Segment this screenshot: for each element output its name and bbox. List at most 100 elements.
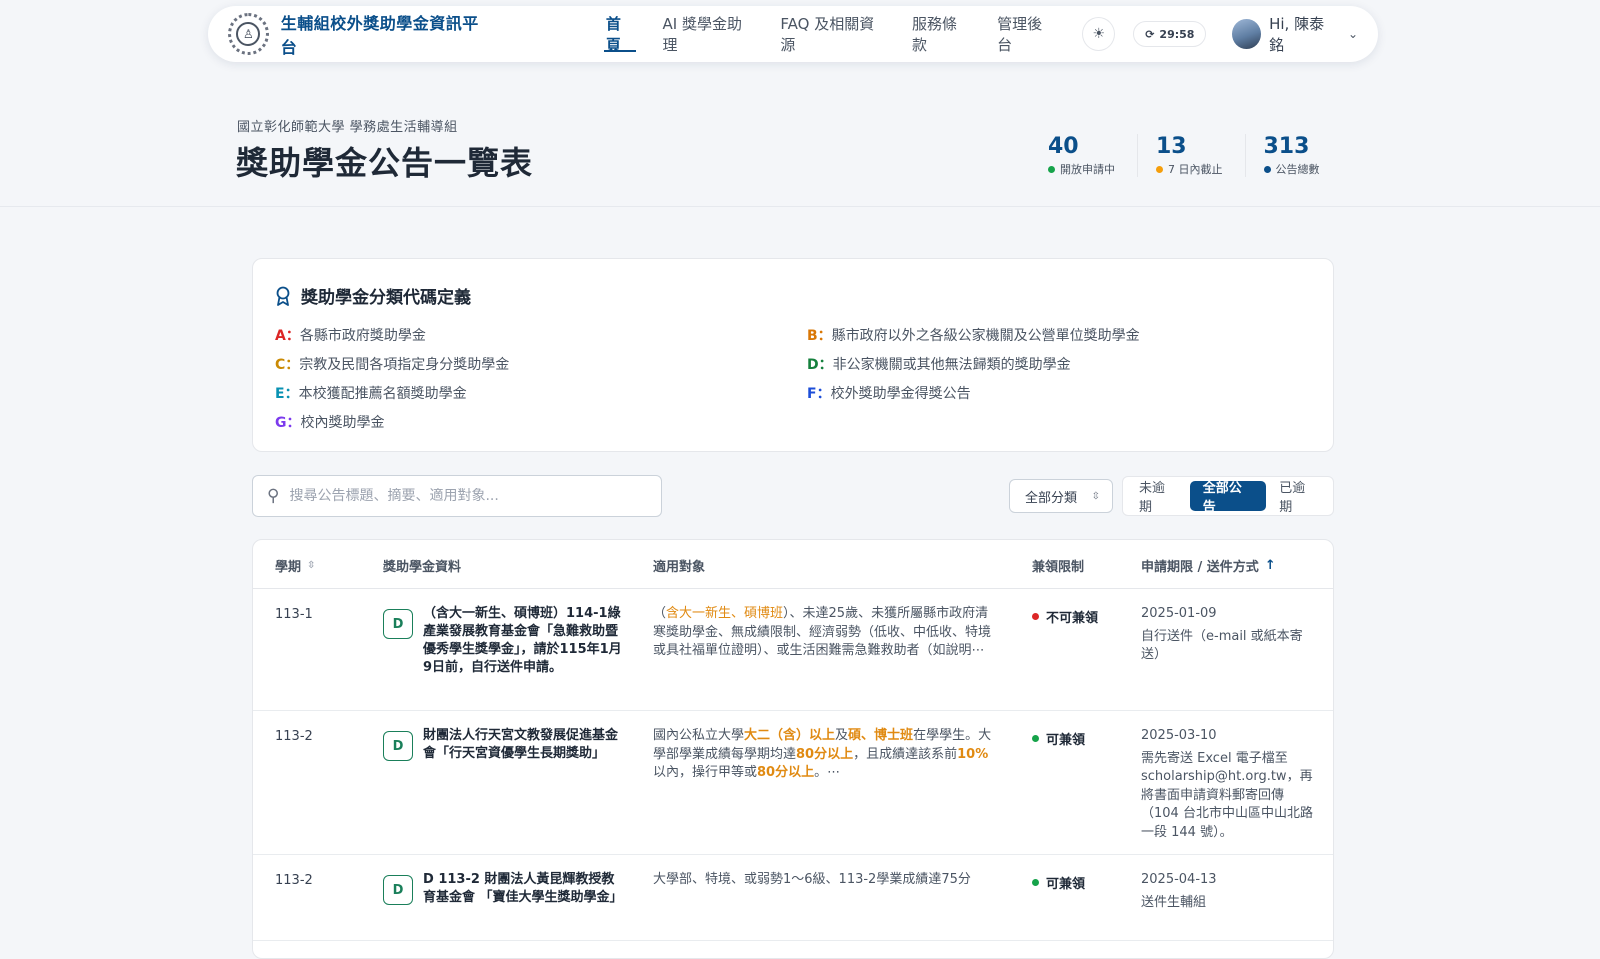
- target-text-fragment: 以內，操行甲等或: [653, 765, 758, 780]
- definitions-title: 獎助學金分類代碼定義: [301, 288, 471, 308]
- deadline-date: 2025-01-09: [1141, 606, 1217, 621]
- status-dot-icon: [1032, 735, 1039, 742]
- definition-item-a: A：各縣市政府獎助學金: [275, 328, 426, 344]
- organization-name: 國立彰化師範大學 學務處生活輔導組: [237, 120, 458, 135]
- column-header-target: 適用對象: [653, 560, 706, 575]
- session-timer-value: 29:58: [1159, 27, 1195, 41]
- target-text-fragment: 80分以上: [757, 765, 815, 780]
- page-title: 獎助學金公告一覽表: [236, 144, 534, 182]
- nav-link-faq[interactable]: FAQ 及相關資源: [766, 6, 898, 62]
- nav-link-home[interactable]: 首頁: [592, 6, 649, 62]
- target-text-fragment: （: [653, 606, 667, 621]
- chevron-updown-icon: ⇳: [1091, 490, 1100, 502]
- definition-item-f: F：校外獎助學金得獎公告: [807, 386, 971, 402]
- table-row[interactable]: 113-2 D 財團法人行天宮文教發展促進基金會「行天宮資優學生長期獎助」 國內…: [253, 711, 1333, 855]
- filter-expired[interactable]: 已逾期: [1266, 481, 1330, 515]
- stat-total: 313 公告總數: [1246, 134, 1342, 177]
- submission-method: 需先寄送 Excel 電子檔至 scholarship@ht.org.tw，再將…: [1141, 750, 1313, 840]
- term-cell: 113-2: [275, 873, 313, 888]
- refresh-icon: ⟳: [1145, 27, 1155, 41]
- definition-item-b: B：縣市政府以外之各級公家機關及公營單位獎助學金: [807, 328, 1140, 344]
- category-select-value: 全部分類: [1025, 490, 1078, 506]
- nav-links: 首頁 AI 獎學金助理 FAQ 及相關資源 服務條款 管理後台: [592, 6, 1068, 62]
- target-text-fragment: 80分以上: [796, 746, 854, 762]
- column-header-term[interactable]: 學期 ⇳: [275, 556, 315, 575]
- announcement-table: 學期 ⇳ 獎助學金資料 適用對象 兼領限制 申請期限 / 送件方式 ↑ 113-1 …: [252, 539, 1334, 959]
- term-cell: 113-2: [275, 729, 313, 744]
- brand-title[interactable]: 生輔組校外獎助學金資訊平台: [281, 10, 488, 58]
- avatar: [1232, 19, 1262, 49]
- definition-item-c: C：宗教及民間各項指定身分獎助學金: [275, 357, 510, 373]
- stat-value: 13: [1156, 134, 1187, 159]
- limit-cell: 不可兼領: [1032, 607, 1098, 626]
- nav-link-admin[interactable]: 管理後台: [983, 6, 1068, 62]
- stat-open: 40 開放申請中: [1030, 134, 1138, 177]
- definitions-heading: 獎助學金分類代碼定義: [275, 283, 471, 308]
- deadline-cell: 2025-03-10 需先寄送 Excel 電子檔至 scholarship@ht…: [1141, 727, 1319, 842]
- university-logo[interactable]: ♙: [228, 13, 269, 55]
- nav-link-terms[interactable]: 服務條款: [898, 6, 983, 62]
- status-dot-icon: [1048, 165, 1055, 173]
- category-select[interactable]: 全部分類 ⇳: [1009, 479, 1113, 513]
- category-badge: D: [383, 609, 413, 639]
- stat-label: 7 日內截止: [1168, 163, 1223, 176]
- table-row[interactable]: 113-2 D D 113-2 財團法人黃昆輝教授教育基金會 「寶佳大學生獎助學…: [253, 855, 1333, 941]
- session-timer[interactable]: ⟳ 29:58: [1133, 21, 1207, 47]
- theme-toggle-button[interactable]: ☀: [1082, 17, 1116, 51]
- target-text-fragment: 大學部、特境、或弱勢1～6級、113-2學業成績達75分: [653, 872, 971, 887]
- status-dot-icon: [1032, 879, 1039, 886]
- target-cell: 國內公私立大學大二（含）以上及碩、博士班在學學生。大學部學業成績每學期均達80分…: [653, 727, 993, 783]
- bell-icon: ♙: [236, 22, 261, 46]
- scholarship-title-link[interactable]: （含大一新生、碩博班）114-1綠產業發展教育基金會「急難救助暨優秀學生獎學金」…: [423, 605, 623, 677]
- target-text-fragment: 10%: [957, 746, 989, 762]
- limit-cell: 可兼領: [1032, 729, 1085, 748]
- category-badge: D: [383, 875, 413, 905]
- definition-item-d: D：非公家機關或其他無法歸類的獎助學金: [807, 357, 1071, 373]
- sun-icon: ☀: [1092, 26, 1106, 42]
- scholarship-title-link[interactable]: 財團法人行天宮文教發展促進基金會「行天宮資優學生長期獎助」: [423, 727, 623, 763]
- term-cell: 113-1: [275, 607, 313, 622]
- submission-method: 送件生輔組: [1141, 894, 1207, 910]
- top-navbar: ♙ 生輔組校外獎助學金資訊平台 首頁 AI 獎學金助理 FAQ 及相關資源 服務…: [208, 6, 1378, 62]
- scholarship-title-link[interactable]: D 113-2 財團法人黃昆輝教授教育基金會 「寶佳大學生獎助學金」: [423, 871, 623, 907]
- chevron-down-icon: ⌄: [1347, 27, 1359, 41]
- arrow-up-icon: ↑: [1264, 558, 1276, 573]
- stat-value: 40: [1048, 134, 1079, 159]
- sort-icon: ⇳: [307, 560, 316, 571]
- deadline-date: 2025-03-10: [1141, 728, 1217, 743]
- target-text-fragment: 國內公私立大學: [653, 728, 745, 743]
- target-cell: 大學部、特境、或弱勢1～6級、113-2學業成績達75分: [653, 871, 993, 890]
- user-greeting: Hi, 陳泰銘: [1269, 15, 1325, 54]
- stats-summary: 40 開放申請中 13 7 日內截止 313 公告總數: [1030, 134, 1342, 177]
- column-header-scholarship: 獎助學金資料: [383, 560, 462, 575]
- search-input[interactable]: [289, 488, 650, 504]
- status-dot-icon: [1263, 165, 1271, 173]
- deadline-cell: 2025-01-09 自行送件（e-mail 或紙本寄送）: [1141, 605, 1319, 665]
- deadline-cell: 2025-04-13 送件生輔組: [1141, 871, 1319, 912]
- stat-label: 公告總數: [1275, 163, 1320, 176]
- target-cell: （含大一新生、碩博班）、未達25歲、未獲所屬縣市政府清寒獎助學金、無成績限制、經…: [653, 605, 993, 661]
- submission-method: 自行送件（e-mail 或紙本寄送）: [1141, 628, 1303, 663]
- target-text-fragment: ，且成績達該系前: [853, 746, 958, 762]
- target-text-fragment: 大二（含）以上: [744, 728, 836, 743]
- target-text-fragment: 。⋯: [814, 765, 841, 780]
- deadline-filter-toggle: 未逾期 全部公告 已逾期: [1122, 476, 1334, 516]
- search-box[interactable]: ⚲: [252, 475, 662, 517]
- award-ribbon-icon: [276, 286, 290, 306]
- table-row[interactable]: 113-1 D （含大一新生、碩博班）114-1綠產業發展教育基金會「急難救助暨…: [253, 589, 1333, 711]
- stat-value: 313: [1263, 134, 1310, 159]
- column-header-deadline[interactable]: 申請期限 / 送件方式 ↑: [1141, 556, 1276, 575]
- target-text-fragment: 碩、博士班: [848, 728, 914, 743]
- filter-all[interactable]: 全部公告: [1189, 481, 1267, 515]
- category-badge: D: [383, 731, 413, 761]
- table-header: 學期 ⇳ 獎助學金資料 適用對象 兼領限制 申請期限 / 送件方式 ↑: [253, 540, 1333, 589]
- filter-not-expired[interactable]: 未逾期: [1126, 481, 1190, 515]
- limit-cell: 可兼領: [1032, 873, 1085, 892]
- target-text-fragment: 及: [835, 728, 849, 743]
- user-menu[interactable]: Hi, 陳泰銘 ⌄: [1232, 13, 1358, 55]
- target-text-fragment: 含大一新生、碩博班: [666, 606, 784, 621]
- status-dot-icon: [1032, 613, 1039, 620]
- search-icon: ⚲: [267, 486, 280, 506]
- stat-label: 開放申請中: [1060, 163, 1115, 176]
- nav-link-ai-assistant[interactable]: AI 獎學金助理: [648, 6, 766, 62]
